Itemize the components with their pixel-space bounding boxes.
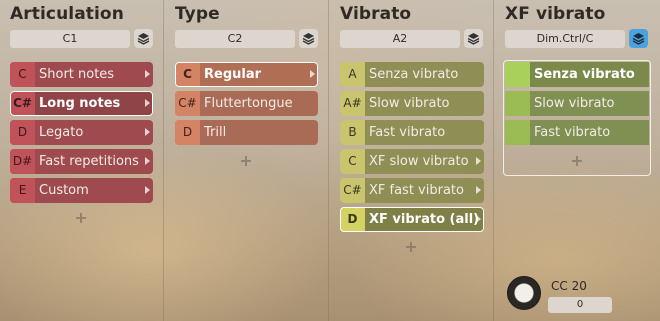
item-label: XF vibrato (all): [369, 212, 480, 227]
chevron-right-icon: [145, 70, 150, 78]
chevron-right-icon: [145, 157, 150, 165]
layers-button[interactable]: [464, 29, 483, 48]
chevron-right-icon: [145, 99, 150, 107]
key-label: A: [340, 62, 365, 87]
item-label: Slow vibrato: [369, 96, 450, 111]
chevron-right-icon: [476, 157, 481, 165]
vibrato-title: Vibrato: [340, 4, 412, 24]
item-label: Regular: [204, 67, 262, 82]
key-label: D: [340, 207, 365, 232]
cc-value-field[interactable]: 0: [548, 297, 612, 313]
type-key-field[interactable]: C2: [175, 30, 295, 48]
vibrato-item[interactable]: C# XF fast vibrato: [340, 178, 484, 203]
key-label: [505, 62, 530, 87]
articulation-title: Articulation: [10, 4, 124, 24]
layers-button[interactable]: [299, 29, 318, 48]
key-label: [505, 91, 530, 116]
articulation-item[interactable]: D# Fast repetitions: [10, 149, 153, 174]
layers-button-active[interactable]: [629, 29, 648, 48]
xf-vibrato-item-selected[interactable]: Senza vibrato: [505, 62, 649, 87]
key-label: C: [10, 62, 35, 87]
item-label: Custom: [39, 183, 89, 198]
item-label: Short notes: [39, 67, 115, 82]
vibrato-item[interactable]: A# Slow vibrato: [340, 91, 484, 116]
key-label: C: [175, 62, 200, 87]
key-label: B: [340, 120, 365, 145]
chevron-right-icon: [476, 215, 481, 223]
chevron-right-icon: [310, 70, 315, 78]
key-label: D: [175, 120, 200, 145]
add-vibrato-button[interactable]: +: [404, 237, 418, 256]
vibrato-column: Vibrato A2 A Senza vibrato A# Slow vibra…: [330, 0, 494, 321]
key-label: E: [10, 178, 35, 203]
add-type-button[interactable]: +: [239, 151, 253, 170]
key-label: C#: [340, 178, 365, 203]
chevron-right-icon: [145, 128, 150, 136]
key-label: C#: [175, 91, 200, 116]
item-label: Senza vibrato: [534, 67, 635, 82]
key-label: C#: [10, 91, 35, 116]
key-label: A#: [340, 91, 365, 116]
vibrato-key-field[interactable]: A2: [340, 30, 460, 48]
cc-label: CC 20: [551, 279, 587, 293]
vibrato-item[interactable]: B Fast vibrato: [340, 120, 484, 145]
xf-vibrato-item[interactable]: Slow vibrato: [505, 91, 649, 116]
add-articulation-button[interactable]: +: [74, 208, 88, 227]
item-label: Fast vibrato: [534, 125, 611, 140]
type-column: Type C2 C Regular C# Fluttertongue D Tri…: [165, 0, 329, 321]
articulation-item[interactable]: C Short notes: [10, 62, 153, 87]
item-label: Slow vibrato: [534, 96, 615, 111]
articulation-key-field[interactable]: C1: [10, 30, 130, 48]
cc-knob[interactable]: [507, 276, 541, 310]
vibrato-item[interactable]: A Senza vibrato: [340, 62, 484, 87]
chevron-right-icon: [476, 186, 481, 194]
articulation-item[interactable]: D Legato: [10, 120, 153, 145]
key-label: [505, 120, 530, 145]
type-item-selected[interactable]: C Regular: [175, 62, 318, 87]
key-label: C: [340, 149, 365, 174]
key-label: D#: [10, 149, 35, 174]
chevron-right-icon: [145, 186, 150, 194]
xf-vibrato-title: XF vibrato: [505, 4, 606, 24]
item-label: XF fast vibrato: [369, 183, 464, 198]
articulation-item[interactable]: E Custom: [10, 178, 153, 203]
layers-icon: [137, 33, 150, 45]
type-item[interactable]: D Trill: [175, 120, 318, 145]
xf-vibrato-key-field[interactable]: Dim.Ctrl/C: [505, 30, 625, 48]
add-xf-vibrato-button[interactable]: +: [570, 151, 584, 170]
layers-icon: [467, 33, 480, 45]
item-label: Legato: [39, 125, 84, 140]
articulation-item-selected[interactable]: C# Long notes: [10, 91, 153, 116]
articulation-column: Articulation C1 C Short notes C# Long no…: [0, 0, 164, 321]
layers-icon: [632, 33, 645, 45]
layers-icon: [302, 33, 315, 45]
vibrato-item[interactable]: C XF slow vibrato: [340, 149, 484, 174]
layers-button[interactable]: [134, 29, 153, 48]
xf-vibrato-item[interactable]: Fast vibrato: [505, 120, 649, 145]
item-label: Trill: [204, 125, 227, 140]
item-label: Fluttertongue: [204, 96, 293, 111]
vibrato-item-selected[interactable]: D XF vibrato (all): [340, 207, 484, 232]
item-label: XF slow vibrato: [369, 154, 469, 169]
item-label: Senza vibrato: [369, 67, 459, 82]
item-label: Fast repetitions: [39, 154, 139, 169]
xf-vibrato-panel: Senza vibrato Slow vibrato Fast vibrato …: [503, 60, 651, 176]
type-title: Type: [175, 4, 220, 24]
item-label: Long notes: [39, 96, 121, 111]
key-label: D: [10, 120, 35, 145]
type-item[interactable]: C# Fluttertongue: [175, 91, 318, 116]
item-label: Fast vibrato: [369, 125, 446, 140]
